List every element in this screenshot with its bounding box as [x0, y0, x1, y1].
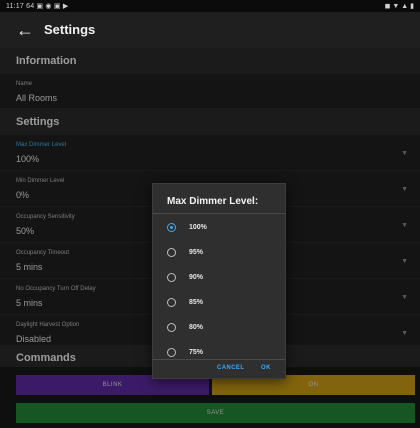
option-label: 90%	[189, 274, 204, 281]
status-bar: 11:17 64 ▣ ◉ ▣ ▶ ◼ ▼ ▲ ▮	[0, 0, 420, 12]
max-dimmer-dialog: Max Dimmer Level: 100% 95% 90% 85% 80% 7…	[152, 183, 286, 379]
app-bar: ← Settings	[0, 12, 420, 48]
status-right: ◼ ▼ ▲ ▮	[384, 3, 414, 10]
dimmer-option[interactable]: 80%	[163, 319, 278, 339]
dialog-footer-divider	[153, 359, 285, 360]
option-label: 95%	[189, 249, 204, 256]
dialog-title: Max Dimmer Level:	[167, 196, 259, 207]
radio-icon[interactable]	[167, 273, 176, 282]
dimmer-option[interactable]: 95%	[163, 244, 278, 264]
option-label: 75%	[189, 349, 204, 356]
ok-button[interactable]: OK	[261, 365, 271, 371]
radio-icon[interactable]	[167, 248, 176, 257]
page-title: Settings	[44, 22, 96, 37]
option-label: 85%	[189, 299, 204, 306]
radio-icon[interactable]	[167, 298, 176, 307]
option-label: 80%	[189, 324, 204, 331]
cancel-button[interactable]: CANCEL	[217, 365, 244, 371]
dimmer-option[interactable]: 100%	[163, 219, 278, 239]
back-arrow-icon[interactable]: ←	[16, 18, 34, 42]
radio-icon[interactable]	[167, 348, 176, 357]
dimmer-option[interactable]: 90%	[163, 269, 278, 289]
settings-screen: 11:17 64 ▣ ◉ ▣ ▶ ◼ ▼ ▲ ▮ ← Settings Info…	[0, 0, 420, 428]
option-label: 100%	[189, 224, 207, 231]
dialog-divider	[153, 213, 285, 214]
radio-selected-icon[interactable]	[167, 223, 176, 232]
radio-icon[interactable]	[167, 323, 176, 332]
status-left: 11:17 64 ▣ ◉ ▣ ▶	[6, 3, 69, 10]
dimmer-option[interactable]: 85%	[163, 294, 278, 314]
